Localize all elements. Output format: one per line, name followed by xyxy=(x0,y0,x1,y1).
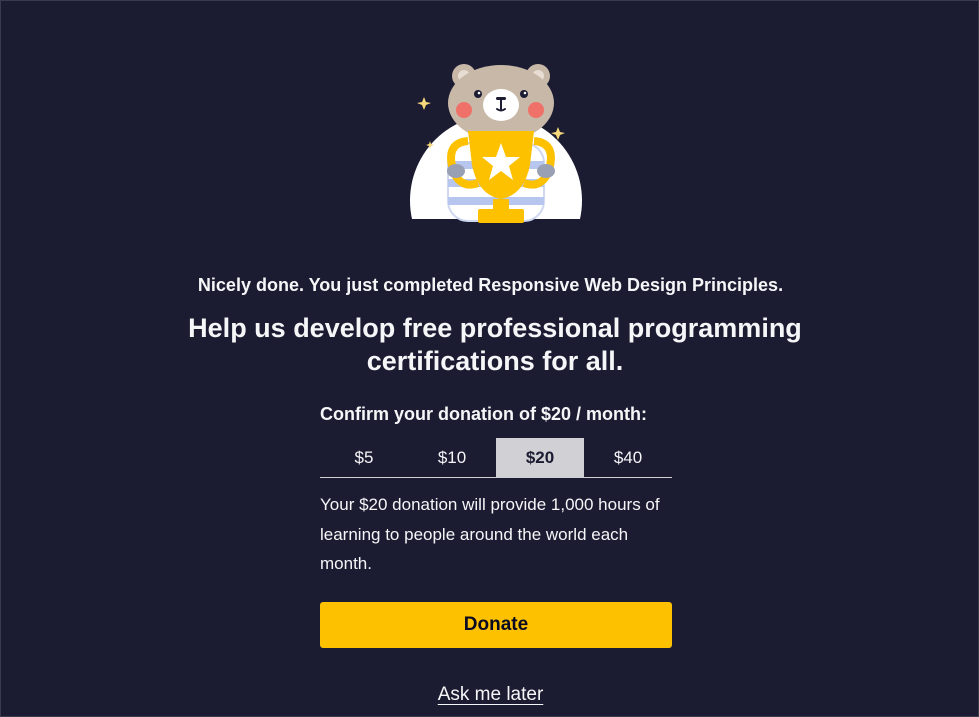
amount-tab-20[interactable]: $20 xyxy=(496,438,584,477)
donation-headline: Help us develop free professional progra… xyxy=(188,313,802,376)
amount-tab-5[interactable]: $5 xyxy=(320,438,408,477)
completion-message: Nicely done. You just completed Responsi… xyxy=(197,275,784,295)
ask-later-container: Ask me later xyxy=(1,682,979,708)
ask-me-later-link[interactable]: Ask me later xyxy=(438,684,544,705)
donation-amount-tabs: $5 $10 $20 $40 xyxy=(320,438,672,478)
donation-modal: Nicely done. You just completed Responsi… xyxy=(0,0,979,717)
confirm-donation-text: Confirm your donation of $20 / month: xyxy=(320,404,647,424)
donate-button[interactable]: Donate xyxy=(320,602,672,648)
donation-impact-text: Your $20 donation will provide 1,000 hou… xyxy=(320,495,660,573)
bear-trophy-illustration xyxy=(406,61,586,231)
amount-tab-40[interactable]: $40 xyxy=(584,438,672,477)
amount-tab-10[interactable]: $10 xyxy=(408,438,496,477)
